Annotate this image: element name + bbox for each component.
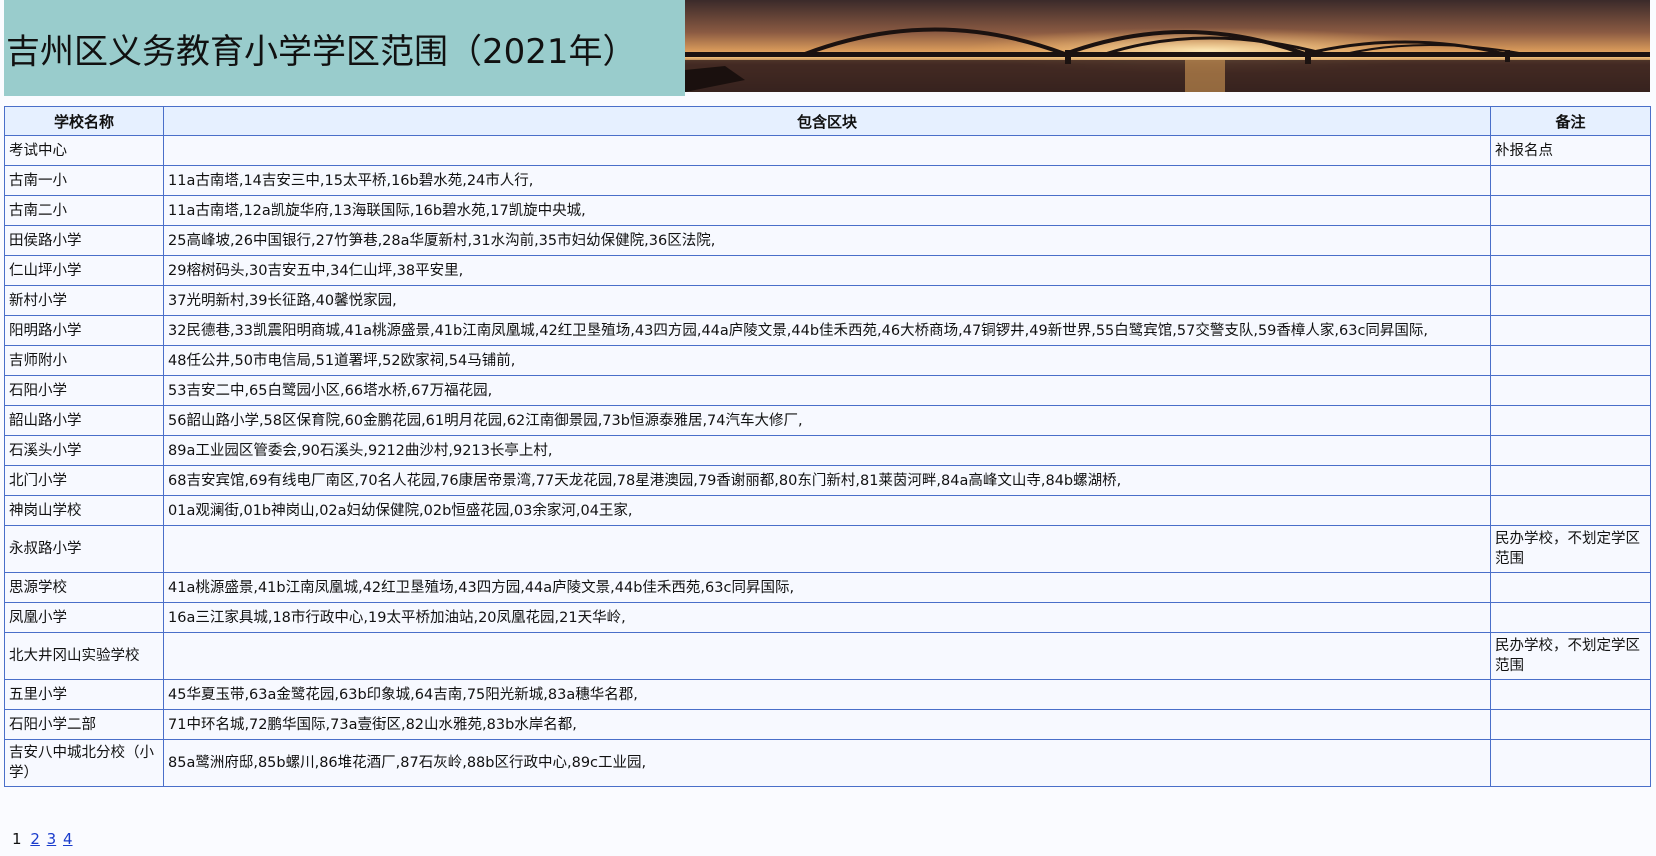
table-row: 神岗山学校 01a观澜街,01b神岗山,02a妇幼保健院,02b恒盛花园,03余家… — [4, 495, 1651, 526]
school-name-cell: 吉师附小 — [4, 345, 164, 376]
pagination-link-page-2[interactable]: 2 — [30, 830, 40, 848]
included-blocks-cell: 29榕树码头,30吉安五中,34仁山坪,38平安里, — [163, 255, 1491, 286]
included-blocks-cell: 45华夏玉带,63a金鹭花园,63b印象城,64吉南,75阳光新城,83a穗华名… — [163, 679, 1491, 710]
table-row: 田侯路小学 25高峰坡,26中国银行,27竹笋巷,28a华厦新村,31水沟前,35… — [4, 225, 1651, 256]
included-blocks-cell: 71中环名城,72鹏华国际,73a壹街区,82山水雅苑,83b水岸名都, — [163, 709, 1491, 740]
included-blocks-cell: 11a古南塔,14吉安三中,15太平桥,16b碧水苑,24市人行, — [163, 165, 1491, 196]
table-row: 石阳小学 53吉安二中,65白鹭园小区,66塔水桥,67万福花园, — [4, 375, 1651, 406]
table-row: 古南一小 11a古南塔,14吉安三中,15太平桥,16b碧水苑,24市人行, — [4, 165, 1651, 196]
page-header: 吉州区义务教育小学学区范围（2021年） — [0, 0, 1656, 96]
note-cell — [1490, 739, 1651, 787]
note-cell — [1490, 345, 1651, 376]
note-cell: 补报名点 — [1490, 135, 1651, 166]
column-header-school: 学校名称 — [4, 106, 164, 136]
included-blocks-cell: 89a工业园区管委会,90石溪头,9212曲沙村,9213长亭上村, — [163, 435, 1491, 466]
included-blocks-cell: 32民德巷,33凯震阳明商城,41a桃源盛景,41b江南凤凰城,42红卫垦殖场,… — [163, 315, 1491, 346]
school-name-cell: 考试中心 — [4, 135, 164, 166]
table-row: 仁山坪小学 29榕树码头,30吉安五中,34仁山坪,38平安里, — [4, 255, 1651, 286]
school-name-cell: 石阳小学二部 — [4, 709, 164, 740]
note-cell — [1490, 465, 1651, 496]
included-blocks-cell: 53吉安二中,65白鹭园小区,66塔水桥,67万福花园, — [163, 375, 1491, 406]
school-name-cell: 永叔路小学 — [4, 525, 164, 573]
school-name-cell: 古南一小 — [4, 165, 164, 196]
note-cell — [1490, 165, 1651, 196]
table-row: 永叔路小学 民办学校，不划定学区范围 — [4, 525, 1651, 573]
included-blocks-cell: 16a三江家具城,18市行政中心,19太平桥加油站,20凤凰花园,21天华岭, — [163, 602, 1491, 633]
column-header-note: 备注 — [1490, 106, 1651, 136]
included-blocks-cell: 85a鹭洲府邸,85b螺川,86堆花酒厂,87石灰岭,88b区行政中心,89c工… — [163, 739, 1491, 787]
school-name-cell: 石阳小学 — [4, 375, 164, 406]
table-row: 凤凰小学 16a三江家具城,18市行政中心,19太平桥加油站,20凤凰花园,21天… — [4, 602, 1651, 633]
table-header-row: 学校名称 包含区块 备注 — [4, 106, 1651, 136]
school-name-cell: 田侯路小学 — [4, 225, 164, 256]
included-blocks-cell: 25高峰坡,26中国银行,27竹笋巷,28a华厦新村,31水沟前,35市妇幼保健… — [163, 225, 1491, 256]
table-row: 北门小学 68吉安宾馆,69有线电厂南区,70名人花园,76康居帝景湾,77天龙花… — [4, 465, 1651, 496]
bridge-sunset-banner-image — [685, 0, 1650, 92]
note-cell — [1490, 572, 1651, 603]
school-name-cell: 仁山坪小学 — [4, 255, 164, 286]
note-cell — [1490, 375, 1651, 406]
school-name-cell: 凤凰小学 — [4, 602, 164, 633]
included-blocks-cell: 56韶山路小学,58区保育院,60金鹏花园,61明月花园,62江南御景园,73b… — [163, 405, 1491, 436]
note-cell — [1490, 195, 1651, 226]
school-name-cell: 神岗山学校 — [4, 495, 164, 526]
included-blocks-cell: 11a古南塔,12a凯旋华府,13海联国际,16b碧水苑,17凯旋中央城, — [163, 195, 1491, 226]
table-row: 石阳小学二部 71中环名城,72鹏华国际,73a壹街区,82山水雅苑,83b水岸名… — [4, 709, 1651, 740]
school-name-cell: 思源学校 — [4, 572, 164, 603]
school-name-cell: 北大井冈山实验学校 — [4, 632, 164, 680]
school-name-cell: 阳明路小学 — [4, 315, 164, 346]
note-cell — [1490, 285, 1651, 316]
included-blocks-cell: 01a观澜街,01b神岗山,02a妇幼保健院,02b恒盛花园,03余家河,04王… — [163, 495, 1491, 526]
pagination-link-page-4[interactable]: 4 — [63, 830, 73, 848]
school-name-cell: 北门小学 — [4, 465, 164, 496]
note-cell — [1490, 435, 1651, 466]
school-name-cell: 五里小学 — [4, 679, 164, 710]
note-cell — [1490, 602, 1651, 633]
school-name-cell: 石溪头小学 — [4, 435, 164, 466]
table-row: 韶山路小学 56韶山路小学,58区保育院,60金鹏花园,61明月花园,62江南御景… — [4, 405, 1651, 436]
page-title: 吉州区义务教育小学学区范围（2021年） — [6, 31, 637, 72]
table-row: 石溪头小学 89a工业园区管委会,90石溪头,9212曲沙村,9213长亭上村, — [4, 435, 1651, 466]
included-blocks-cell: 37光明新村,39长征路,40馨悦家园, — [163, 285, 1491, 316]
included-blocks-cell: 41a桃源盛景,41b江南凤凰城,42红卫垦殖场,43四方园,44a庐陵文景,4… — [163, 572, 1491, 603]
table-row: 考试中心 补报名点 — [4, 135, 1651, 166]
table-row: 新村小学 37光明新村,39长征路,40馨悦家园, — [4, 285, 1651, 316]
school-district-table: 学校名称 包含区块 备注 考试中心 补报名点 古南一小 11a古南塔,14吉安三中,1… — [4, 106, 1651, 787]
note-cell — [1490, 315, 1651, 346]
pagination-link-page-3[interactable]: 3 — [47, 830, 57, 848]
table-row: 五里小学 45华夏玉带,63a金鹭花园,63b印象城,64吉南,75阳光新城,83… — [4, 679, 1651, 710]
school-name-cell: 新村小学 — [4, 285, 164, 316]
note-cell — [1490, 495, 1651, 526]
note-cell — [1490, 679, 1651, 710]
included-blocks-cell — [163, 632, 1491, 680]
school-name-cell: 韶山路小学 — [4, 405, 164, 436]
school-district-table-container: 学校名称 包含区块 备注 考试中心 补报名点 古南一小 11a古南塔,14吉安三中,1… — [4, 106, 1651, 787]
note-cell — [1490, 225, 1651, 256]
included-blocks-cell — [163, 135, 1491, 166]
note-cell — [1490, 255, 1651, 286]
included-blocks-cell: 48任公井,50市电信局,51道署坪,52欧家祠,54马铺前, — [163, 345, 1491, 376]
note-cell — [1490, 709, 1651, 740]
pagination-current-page: 1 — [12, 830, 22, 848]
included-blocks-cell: 68吉安宾馆,69有线电厂南区,70名人花园,76康居帝景湾,77天龙花园,78… — [163, 465, 1491, 496]
table-row: 北大井冈山实验学校 民办学校，不划定学区范围 — [4, 632, 1651, 680]
note-cell: 民办学校，不划定学区范围 — [1490, 525, 1651, 573]
column-header-blocks: 包含区块 — [163, 106, 1491, 136]
note-cell — [1490, 405, 1651, 436]
included-blocks-cell — [163, 525, 1491, 573]
pagination: 1 2 3 4 — [12, 830, 73, 848]
table-row: 思源学校 41a桃源盛景,41b江南凤凰城,42红卫垦殖场,43四方园,44a庐陵… — [4, 572, 1651, 603]
table-row: 吉安八中城北分校（小学） 85a鹭洲府邸,85b螺川,86堆花酒厂,87石灰岭,8… — [4, 739, 1651, 787]
table-row: 吉师附小 48任公井,50市电信局,51道署坪,52欧家祠,54马铺前, — [4, 345, 1651, 376]
table-row: 阳明路小学 32民德巷,33凯震阳明商城,41a桃源盛景,41b江南凤凰城,42红… — [4, 315, 1651, 346]
table-row: 古南二小 11a古南塔,12a凯旋华府,13海联国际,16b碧水苑,17凯旋中央城… — [4, 195, 1651, 226]
school-name-cell: 吉安八中城北分校（小学） — [4, 739, 164, 787]
note-cell: 民办学校，不划定学区范围 — [1490, 632, 1651, 680]
title-box: 吉州区义务教育小学学区范围（2021年） — [4, 0, 685, 96]
school-name-cell: 古南二小 — [4, 195, 164, 226]
